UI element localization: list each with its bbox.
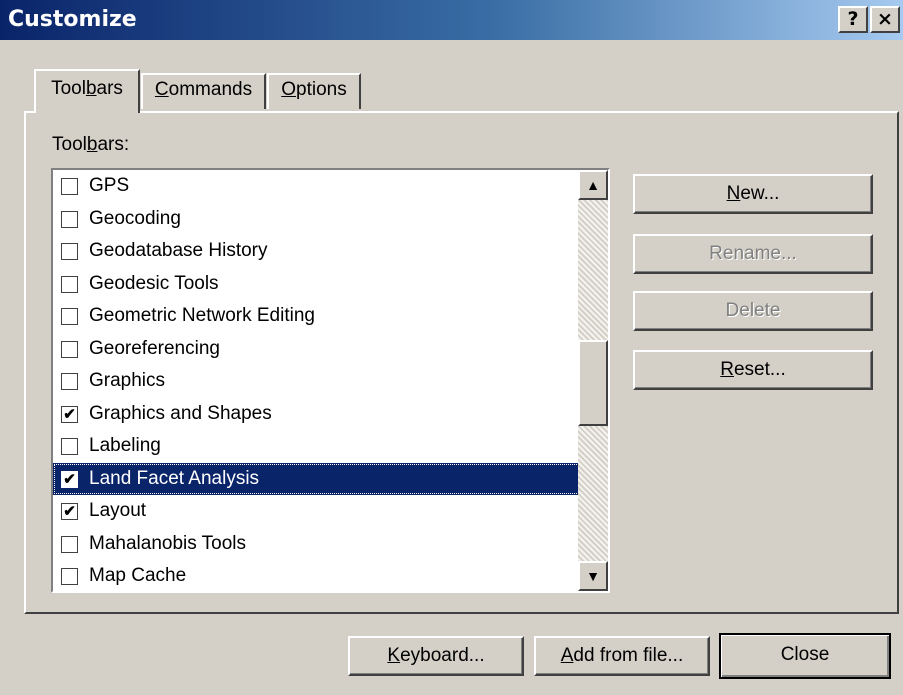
keyboard-button[interactable]: Keyboard... [348, 636, 524, 676]
scroll-up-button[interactable]: ▲ [578, 170, 608, 200]
list-item[interactable]: Geodatabase History [53, 235, 580, 268]
window-title: Customize [8, 7, 137, 32]
rename-button-label: Rename... [709, 243, 797, 264]
toolbar-checkbox[interactable] [61, 178, 78, 195]
tab-toolbars[interactable]: Toolbars [34, 69, 140, 113]
help-icon: ? [847, 8, 859, 30]
tab-toolbars-label-key: b [85, 78, 97, 99]
close-icon: × [877, 8, 893, 30]
list-item-label: Geodatabase History [89, 240, 268, 261]
new-button-key: N [726, 183, 741, 204]
list-item[interactable]: Labeling [53, 430, 580, 463]
list-item[interactable]: Geocoding [53, 203, 580, 236]
toolbar-checkbox[interactable] [61, 438, 78, 455]
scroll-down-button[interactable]: ▼ [578, 561, 608, 591]
tab-options-label-key: O [281, 79, 297, 100]
close-button-label: Close [780, 644, 830, 665]
vertical-scrollbar[interactable]: ▲ ▼ [578, 170, 608, 591]
list-item-label: Geodesic Tools [89, 272, 219, 294]
new-button-label: ew... [740, 183, 780, 204]
list-item-label: GPS [89, 175, 130, 196]
scrollbar-thumb[interactable] [578, 340, 608, 426]
toolbar-checkbox[interactable]: ✔ [61, 405, 78, 423]
add-from-file-button-label: dd from file... [573, 645, 684, 666]
list-item[interactable]: Georeferencing [53, 333, 580, 366]
help-button[interactable]: ? [838, 6, 868, 33]
toolbar-checkbox[interactable] [61, 210, 78, 228]
list-item[interactable]: Map Cache [53, 560, 580, 591]
toolbars-label-key: b [86, 134, 98, 155]
keyboard-button-label: eyboard... [400, 645, 485, 666]
toolbars-listbox[interactable]: GPS Geocoding Geodatabase History Geodesic … [51, 168, 610, 593]
list-item-label: Geocoding [89, 207, 181, 229]
keyboard-button-key: K [387, 645, 401, 666]
list-item-label: Geometric Network Editing [89, 305, 315, 326]
list-item-label: Labeling [89, 435, 161, 456]
list-item[interactable]: ✔ Graphics and Shapes [53, 398, 580, 431]
list-item-label: Layout [89, 500, 147, 521]
toolbar-checkbox[interactable] [61, 308, 78, 325]
list-item[interactable]: ✔ Layout [53, 495, 580, 528]
reset-button-key: R [720, 359, 734, 380]
toolbar-checkbox[interactable] [61, 568, 78, 585]
tab-commands[interactable]: Commands [141, 73, 266, 109]
list-item-label: Map Cache [89, 565, 187, 586]
tab-options-label-post: ptions [296, 79, 347, 100]
add-from-file-button[interactable]: Add from file... [534, 636, 710, 676]
new-button[interactable]: New... [633, 174, 873, 214]
tab-commands-label-post: ommands [168, 79, 253, 100]
list-item-label: Graphics and Shapes [89, 402, 272, 424]
arrow-up-icon: ▲ [586, 177, 600, 193]
rename-button[interactable]: Rename... [633, 234, 873, 274]
list-item[interactable]: Mahalanobis Tools [53, 528, 580, 561]
toolbar-checkbox[interactable] [61, 373, 78, 390]
toolbar-checkbox[interactable]: ✔ [61, 503, 78, 520]
list-item[interactable]: Graphics [53, 365, 580, 398]
toolbars-label-pre: Tool [52, 134, 87, 155]
toolbar-checkbox[interactable] [61, 535, 78, 553]
arrow-down-icon: ▼ [586, 568, 600, 584]
toolbar-checkbox[interactable] [61, 275, 78, 293]
add-from-file-button-key: A [560, 645, 574, 666]
toolbars-list-items: GPS Geocoding Geodatabase History Geodesic … [53, 170, 580, 591]
list-item[interactable]: ✔ Land Facet Analysis [53, 462, 580, 495]
toolbars-list-label: Toolbars: [52, 134, 129, 156]
tab-commands-label-key: C [154, 79, 169, 100]
toolbar-checkbox[interactable]: ✔ [61, 470, 78, 488]
delete-button[interactable]: Delete [633, 291, 873, 331]
title-bar: Customize ? × [0, 0, 903, 40]
toolbar-checkbox[interactable] [61, 243, 78, 260]
toolbar-checkbox[interactable] [61, 340, 78, 358]
toolbars-label-post: ars: [97, 134, 130, 155]
list-item-label: Graphics [89, 370, 166, 391]
list-item[interactable]: Geodesic Tools [53, 268, 580, 301]
list-item[interactable]: Geometric Network Editing [53, 300, 580, 333]
close-button[interactable]: Close [719, 633, 891, 679]
tab-toolbars-label-pre: Tool [51, 78, 86, 99]
delete-button-label: Delete [725, 300, 781, 321]
list-item-label: Georeferencing [89, 337, 220, 359]
list-item-label: Land Facet Analysis [89, 467, 260, 489]
reset-button[interactable]: Reset... [633, 350, 873, 390]
list-item[interactable]: GPS [53, 170, 580, 203]
close-window-button[interactable]: × [870, 6, 900, 33]
list-item-label: Mahalanobis Tools [89, 532, 247, 554]
tab-toolbars-label-post: ars [96, 78, 123, 99]
tab-options[interactable]: Options [267, 73, 361, 109]
reset-button-label: eset... [733, 359, 786, 380]
